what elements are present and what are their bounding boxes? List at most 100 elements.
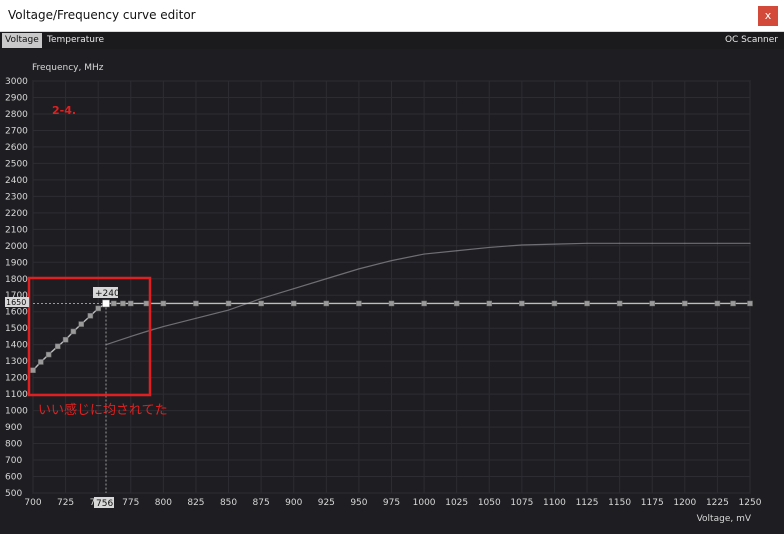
edited-curve-point <box>30 367 36 373</box>
default-curve-point <box>423 253 425 255</box>
default-curve-point <box>586 242 588 244</box>
x-tick-label: 1050 <box>478 498 501 508</box>
edited-curve-point <box>584 300 590 307</box>
default-curve-point <box>130 335 132 338</box>
y-tick-label: 2200 <box>5 209 28 219</box>
edited-curve-point <box>388 300 395 307</box>
x-tick-label: 875 <box>253 498 270 508</box>
y-tick-label: 2500 <box>5 159 28 169</box>
edited-curve-point <box>55 343 61 350</box>
edited-curve-point <box>453 300 460 307</box>
default-curve-point <box>684 242 686 244</box>
default-curve-point <box>325 278 327 280</box>
edited-curve-point <box>120 300 126 307</box>
edited-curve-point <box>486 300 493 307</box>
default-curve-point <box>651 242 653 244</box>
edited-curve-point <box>551 300 558 307</box>
x-tick-label: 1025 <box>445 498 468 508</box>
x-tick-label: 1250 <box>739 498 762 508</box>
edited-curve-point <box>160 300 167 307</box>
edited-curve-point <box>87 313 94 319</box>
y-tick-label: 500 <box>5 489 22 499</box>
x-tick-label: 950 <box>350 498 367 508</box>
annotation-note: いい感じに均されてた <box>38 402 168 418</box>
edited-curve-point <box>225 300 232 307</box>
x-tick-label: 975 <box>383 498 400 508</box>
edited-curve-point <box>143 300 150 307</box>
default-curve-point <box>553 243 556 245</box>
edited-curve-point <box>78 321 84 327</box>
y-tick-labels: 500 600 700 800 900 1000 1100 1200 1300 1400 1500 1… <box>5 77 28 499</box>
default-curve-point <box>390 260 393 262</box>
x-tick-label: 900 <box>285 498 302 508</box>
default-curve-point <box>488 246 490 249</box>
edited-curve-point <box>730 300 736 307</box>
y-tick-label: 1600 <box>5 308 28 318</box>
current-freq-badge: 1650 <box>6 298 26 307</box>
x-tick-label: 775 <box>122 498 139 508</box>
edited-curve-point <box>95 305 101 312</box>
y-tick-label: 600 <box>5 473 22 483</box>
edited-curve-point <box>714 300 721 307</box>
edited-curve-point <box>38 359 44 365</box>
default-curve-point <box>293 288 295 290</box>
default-curve-point <box>358 268 360 270</box>
y-tick-label: 2800 <box>5 110 28 120</box>
offset-badge: +240 <box>95 289 120 299</box>
default-curve-point <box>145 330 148 333</box>
y-tick-label: 700 <box>5 456 22 466</box>
curve-editor-window: Voltage/Frequency curve editor x Voltage… <box>0 0 784 534</box>
edited-curve-point <box>70 328 77 335</box>
y-tick-label: 2600 <box>5 143 28 153</box>
x-tick-label: 725 <box>57 498 74 508</box>
default-curve-point <box>749 242 751 244</box>
x-tick-label: 1100 <box>543 498 566 508</box>
default-curve-point <box>619 242 621 244</box>
default-curve-point <box>521 244 523 246</box>
current-voltage-badge: 756 <box>96 499 113 509</box>
chart-grid <box>32 80 751 494</box>
y-tick-label: 1100 <box>5 390 28 400</box>
x-tick-label: 925 <box>318 498 335 508</box>
edited-curve-point <box>682 300 688 307</box>
y-tick-label: 1000 <box>5 407 28 417</box>
edited-curve-point <box>747 300 753 307</box>
step-annotation: 2-4. <box>52 104 76 117</box>
y-tick-label: 1300 <box>5 357 28 367</box>
x-axis-label: Voltage, mV <box>697 514 752 524</box>
x-tick-labels: 7007257507758008258508759009259509751000… <box>24 498 761 508</box>
current-point-marker <box>102 299 110 308</box>
y-tick-label: 800 <box>5 440 22 450</box>
default-curve-point <box>162 325 164 328</box>
edited-curve-point <box>193 300 199 307</box>
edited-curve-point <box>290 300 297 307</box>
x-tick-label: 1000 <box>413 498 436 508</box>
y-tick-label: 2900 <box>5 93 28 103</box>
vf-curve-chart[interactable]: Frequency, MHz Voltage, mV 500 600 700 800 9… <box>0 0 784 534</box>
y-tick-label: 3000 <box>5 77 28 87</box>
edited-curve-point <box>258 300 264 307</box>
default-curve-point <box>260 297 262 300</box>
x-tick-label: 700 <box>24 498 41 508</box>
edited-curve-point <box>45 351 52 358</box>
x-tick-label: 1200 <box>673 498 696 508</box>
y-tick-label: 2700 <box>5 126 28 136</box>
x-tick-label: 1150 <box>608 498 631 508</box>
default-curve-point <box>227 309 230 311</box>
x-tick-label: 1225 <box>706 498 729 508</box>
y-tick-label: 1900 <box>5 258 28 268</box>
default-curve-point <box>716 242 719 244</box>
edited-curve-point <box>519 300 525 307</box>
edited-curve-point <box>62 336 69 343</box>
edited-curve-point <box>649 300 655 307</box>
y-tick-label: 1500 <box>5 324 28 334</box>
edited-curve-point <box>323 300 330 307</box>
y-tick-label: 2400 <box>5 176 28 186</box>
edited-curve-point <box>111 300 117 307</box>
x-tick-label: 1175 <box>641 498 664 508</box>
x-tick-label: 800 <box>155 498 172 508</box>
y-tick-label: 1400 <box>5 341 28 351</box>
x-tick-label: 850 <box>220 498 237 508</box>
x-tick-label: 1125 <box>576 498 599 508</box>
x-tick-label: 1075 <box>510 498 533 508</box>
